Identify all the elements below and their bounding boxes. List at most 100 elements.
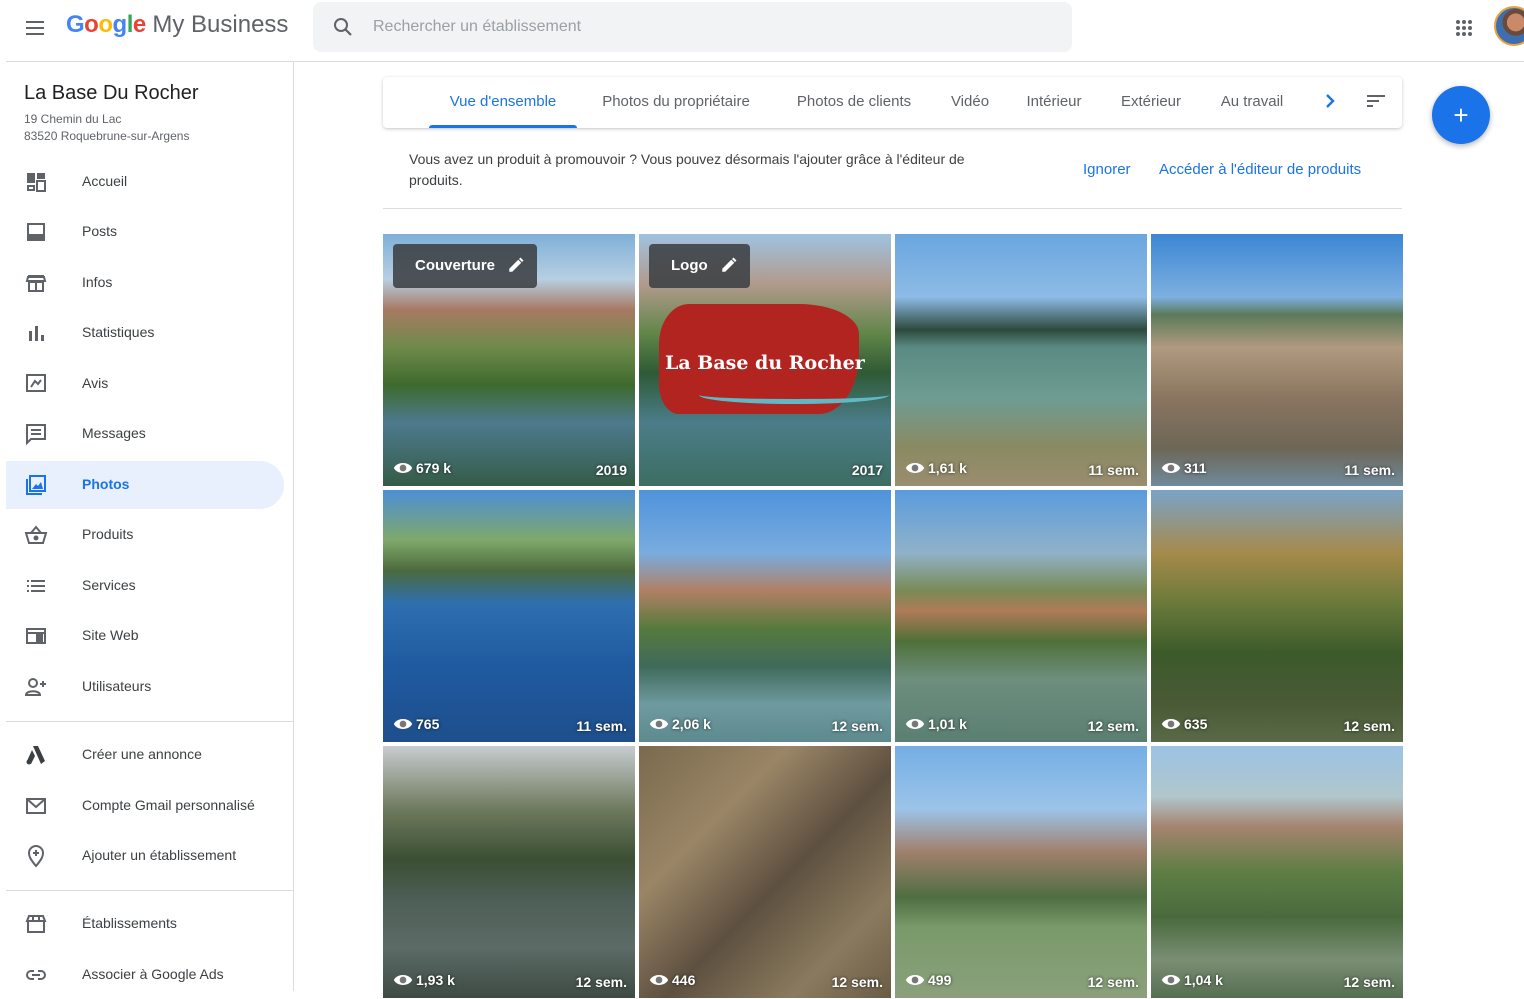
tab-vue-ensemble[interactable]: Vue d'ensemble [429, 77, 577, 128]
photo-views: 765 [393, 714, 439, 734]
views-count: 446 [672, 972, 696, 988]
edit-pencil-icon [721, 257, 737, 272]
dashboard-icon [27, 173, 46, 192]
sort-icon[interactable] [1364, 89, 1388, 113]
sidebar-item-creer-annonce[interactable]: Créer une annonce [6, 731, 284, 779]
tab-photos-clients[interactable]: Photos de clients [783, 77, 925, 128]
brand-logo[interactable]: Google My Business [66, 11, 288, 39]
sidebar-item-label: Photos [82, 476, 130, 492]
sidebar-item-ajouter-etablissement[interactable]: Ajouter un établissement [6, 832, 284, 880]
sidebar-item-utilisateurs[interactable]: Utilisateurs [6, 663, 284, 711]
sidebar-item-associer-google-ads[interactable]: Associer à Google Ads [6, 951, 284, 999]
photo-views: 679 k [393, 458, 451, 478]
photos-icon [26, 475, 46, 495]
sidebar-item-produits[interactable]: Produits [6, 511, 284, 559]
sidebar-item-site-web[interactable]: Site Web [6, 612, 284, 660]
account-avatar[interactable] [1494, 6, 1524, 46]
photo-views: 1,93 k [393, 970, 455, 990]
sidebar-item-infos[interactable]: Infos [6, 259, 284, 307]
photo-age: 11 sem. [1344, 462, 1395, 478]
photo-age: 12 sem. [831, 718, 883, 734]
product-promo-message: Vous avez un produit à promouvoir ? Vous… [409, 151, 965, 188]
sidebar-item-services[interactable]: Services [6, 562, 284, 610]
website-icon [26, 628, 46, 644]
sidebar-item-label: Établissements [82, 915, 177, 931]
eye-icon [905, 719, 925, 729]
business-name: La Base Du Rocher [24, 82, 199, 104]
sidebar-item-label: Accueil [82, 173, 128, 189]
views-count: 311 [1184, 460, 1207, 476]
photo-views: 311 [1161, 458, 1207, 478]
photo-views: 1,01 k [905, 714, 967, 734]
basket-icon [24, 525, 48, 544]
eye-icon [393, 719, 413, 729]
google-wordmark: Google [66, 11, 146, 38]
sidebar-item-statistiques[interactable]: Statistiques [6, 309, 284, 357]
eye-icon [905, 975, 925, 985]
hamburger-menu-icon[interactable] [24, 16, 48, 40]
sidebar-item-label: Créer une annonce [82, 746, 202, 762]
sidebar-item-label: Statistiques [82, 324, 155, 340]
photo-tile[interactable]: 1,04 k 12 sem. [1151, 746, 1403, 998]
views-count: 499 [928, 972, 952, 988]
sidebar-item-messages[interactable]: Messages [6, 410, 284, 458]
storefront-icon [25, 275, 47, 292]
eye-icon [1161, 463, 1181, 473]
add-photo-fab-button[interactable]: + [1432, 86, 1490, 144]
photo-tile[interactable]: 446 12 sem. [639, 746, 891, 998]
sidebar-item-accueil[interactable]: Accueil [6, 158, 284, 206]
sidebar-item-photos[interactable]: Photos [6, 461, 284, 509]
photo-tile[interactable]: Couverture 679 k 2019 [383, 234, 635, 486]
views-count: 679 k [416, 460, 452, 476]
plus-icon: + [1453, 100, 1469, 130]
search-input[interactable] [373, 2, 1053, 52]
sidebar-item-etablissements[interactable]: Établissements [6, 900, 284, 948]
cover-photo-badge[interactable]: Couverture [393, 244, 538, 288]
tab-video[interactable]: Vidéo [941, 77, 999, 128]
sidebar-item-label: Produits [82, 526, 134, 542]
photo-age: 2019 [595, 462, 627, 478]
edit-pencil-icon [509, 257, 524, 272]
sidebar: La Base Du Rocher 19 Chemin du Lac 83520… [6, 62, 294, 991]
tab-au-travail[interactable]: Au travail [1209, 77, 1295, 128]
eye-icon [649, 719, 669, 729]
open-product-editor-button[interactable]: Accéder à l'éditeur de produits [1159, 161, 1361, 178]
active-tab-indicator [429, 125, 577, 128]
chevron-right-icon[interactable] [1318, 89, 1342, 113]
eye-icon [1161, 975, 1181, 985]
tab-photos-proprietaire[interactable]: Photos du propriétaire [585, 77, 767, 128]
photo-tile[interactable]: La Base du Rocher Logo 2017 [639, 234, 891, 486]
promo-divider [383, 208, 1402, 209]
views-count: 1,04 k [1184, 972, 1223, 988]
photo-age: 12 sem. [1087, 718, 1139, 734]
sidebar-item-posts[interactable]: Posts [6, 208, 284, 256]
photo-tile[interactable]: 765 11 sem. [383, 490, 635, 742]
photo-tile[interactable]: 635 12 sem. [1151, 490, 1403, 742]
photo-tile[interactable]: 499 12 sem. [895, 746, 1147, 998]
photo-category-tabs: Vue d'ensemble Photos du propriétaire Ph… [383, 77, 1402, 128]
sidebar-item-gmail[interactable]: Compte Gmail personnalisé [6, 782, 284, 830]
photo-tile[interactable]: 2,06 k 12 sem. [639, 490, 891, 742]
photo-tile[interactable]: 1,93 k 12 sem. [383, 746, 635, 998]
ignore-promo-button[interactable]: Ignorer [1083, 161, 1131, 178]
views-count: 1,61 k [928, 460, 967, 476]
sidebar-item-label: Site Web [82, 627, 139, 643]
photo-views: 1,61 k [905, 458, 967, 478]
brand-product-name: My Business [145, 11, 289, 38]
search-icon[interactable] [331, 15, 355, 39]
add-location-icon [27, 845, 45, 868]
photo-age: 12 sem. [1343, 718, 1395, 734]
photo-tile[interactable]: 1,61 k 11 sem. [895, 234, 1147, 486]
badge-label: Logo [671, 257, 708, 274]
tab-interieur[interactable]: Intérieur [1015, 77, 1093, 128]
apps-grid-icon[interactable] [1452, 16, 1476, 40]
sidebar-item-label: Messages [82, 425, 146, 441]
photo-tile[interactable]: 311 11 sem. [1151, 234, 1403, 486]
sidebar-item-avis[interactable]: Avis [6, 360, 284, 408]
photo-tile[interactable]: 1,01 k 12 sem. [895, 490, 1147, 742]
sidebar-divider [6, 721, 294, 722]
eye-icon [393, 975, 413, 985]
logo-photo-badge[interactable]: Logo [649, 244, 750, 288]
tab-exterieur[interactable]: Extérieur [1110, 77, 1192, 128]
link-icon [26, 970, 46, 980]
